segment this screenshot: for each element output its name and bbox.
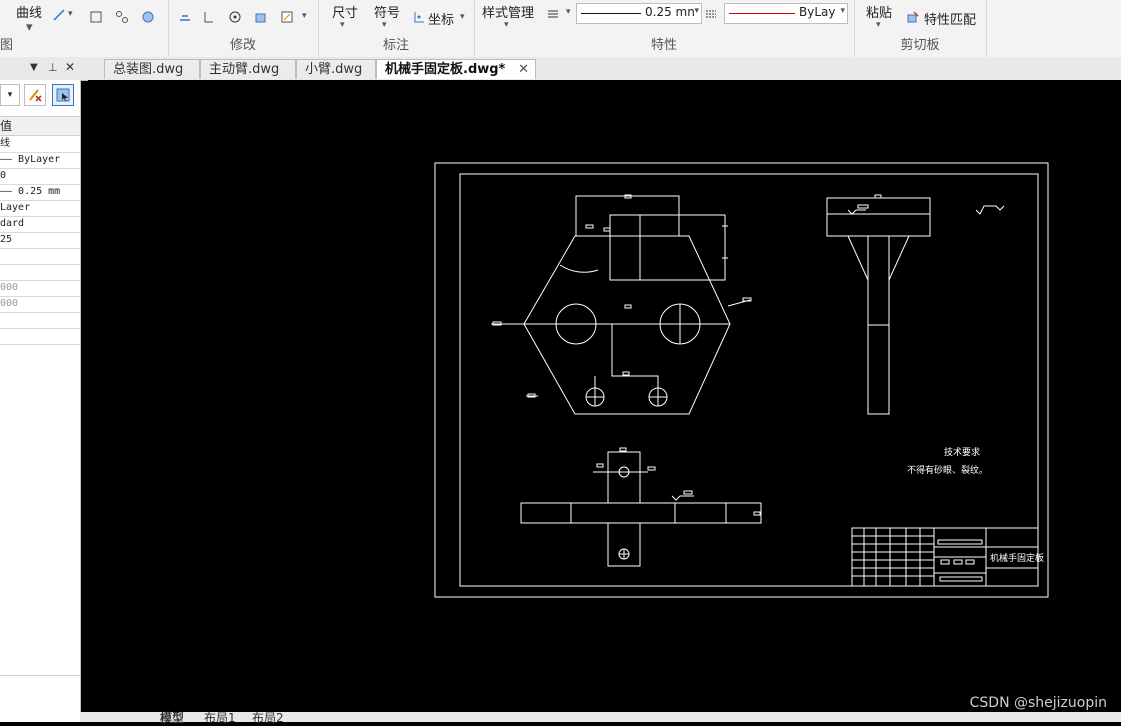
linetype-icon [706,10,716,18]
outer-frame [434,162,1049,598]
ribbon-group-annotate: 尺寸 ▾ 符号 ▾ 坐标 ▾ 标注 [318,0,475,57]
ribbon-group-draw: 曲线 ▾ ▾ 图 [0,0,169,57]
style-manager-button[interactable]: 样式管理 [482,2,534,21]
line-tool-icon[interactable] [52,8,66,22]
property-row[interactable]: 0 [0,168,80,185]
front-view [491,194,752,415]
property-row[interactable] [0,328,80,345]
ribbon-group-clipboard: 粘贴 ▾ 特性匹配 剪切板 [854,0,987,57]
coordinate-icon[interactable] [412,10,426,24]
match-properties-icon[interactable] [906,10,920,24]
inner-frame [459,173,1039,587]
selection-dropdown[interactable]: ▾ [0,84,20,106]
property-row[interactable]: Layer [0,200,80,217]
panel-header-value: 值 [0,116,80,136]
rectangle-tool-icon[interactable] [89,10,103,24]
dropdown-arrow-icon[interactable]: ▾ [566,7,571,17]
property-row[interactable]: 000 [0,296,80,313]
property-row[interactable]: —— ByLayer [0,152,80,169]
quick-select-icon [56,88,70,102]
dropdown-arrow-icon[interactable]: ▾ [382,20,387,30]
dropdown-arrow-icon[interactable]: ▾ [504,20,509,30]
drawing-canvas[interactable]: 技术要求 不得有砂眼、裂纹。 机械手固定板 [88,80,1121,715]
dropdown-arrow-icon[interactable]: ▾ [302,11,307,21]
tab-label: 小臂.dwg [305,62,363,77]
close-tab-icon[interactable]: ✕ [518,60,529,80]
property-row[interactable] [0,264,80,281]
ribbon-group-title-properties: 特性 [650,38,677,53]
panel-menu-icon[interactable]: ▼ [30,62,38,73]
ribbon-group-title-annotate: 标注 [382,38,409,53]
color-select[interactable]: ByLayer ▾ [724,3,848,24]
tab-label: 机械手固定板.dwg* [385,62,506,77]
lineweight-value: 0.25 mn [645,5,695,19]
title-block-part-name: 机械手固定板 [990,552,1044,564]
scale-tool-icon[interactable] [202,10,216,24]
ribbon-group-title-modify: 修改 [229,38,256,53]
document-tabs: ▼ ⊥ ✕ 总装图.dwg 主动臂.dwg 小臂.dwg 机械手固定板.dwg*… [0,57,1121,81]
dropdown-arrow-icon[interactable]: ▾ [876,20,881,30]
ribbon-group-title-clipboard: 剪切板 [900,38,940,53]
panel-divider [0,675,80,676]
layout-tab-layout1[interactable]: 布局1 [204,709,236,726]
tab-doc-4[interactable]: 机械手固定板.dwg* ✕ [376,59,536,79]
copy-tool-icon[interactable] [254,10,268,24]
chevron-down-icon: ▾ [840,6,845,16]
top-view [520,447,762,567]
curve-button[interactable]: 曲线 [16,2,42,21]
cad-drawing: 技术要求 不得有砂眼、裂纹。 机械手固定板 [434,162,1049,598]
properties-panel: ▾ 值 线 —— ByLayer 0 —— 0.25 mm Layer dard 25 000… [0,80,81,722]
chevron-down-icon: ▾ [694,6,699,16]
clear-selection-button[interactable] [24,84,46,106]
match-properties-button[interactable]: 特性匹配 [924,9,976,28]
dropdown-arrow-icon[interactable]: ▾ [68,9,73,19]
hatch-tool-icon[interactable] [141,10,155,24]
dimension-button[interactable]: 尺寸 [332,2,358,21]
ribbon-group-modify: ▾ 修改 [168,0,319,57]
dropdown-arrow-icon[interactable]: ▾ [26,20,33,35]
tab-doc-1[interactable]: 总装图.dwg [104,59,200,79]
ribbon-group-title-draw: 图 [0,38,14,53]
property-row[interactable] [0,312,80,329]
rotate-tool-icon[interactable] [228,10,242,24]
edit-tool-icon[interactable] [280,10,294,24]
coordinate-button[interactable]: 坐标 [428,9,454,28]
tab-doc-2[interactable]: 主动臂.dwg [200,59,296,79]
tech-requirements-text: 不得有砂眼、裂纹。 [907,464,988,476]
symbol-button[interactable]: 符号 [374,2,400,21]
watermark: CSDN @shejizuopin [969,695,1107,711]
layout-tab-model[interactable]: 模型 [160,709,184,726]
tech-requirements-title: 技术要求 [944,446,980,458]
ribbon: 曲线 ▾ ▾ 图 ▾ 修改 尺寸 ▾ 符号 ▾ 坐标 ▾ 标注 样式管理 ▾ ▾… [0,0,1121,58]
clear-selection-icon [29,89,42,102]
ribbon-group-properties: 样式管理 ▾ ▾ 0.25 mn ▾ ByLayer ▾ 特性 [474,0,855,57]
tab-label: 主动臂.dwg [209,62,280,77]
dropdown-arrow-icon[interactable]: ▾ [460,12,465,22]
property-row[interactable]: 线 [0,136,80,153]
lineweight-select[interactable]: 0.25 mn ▾ [576,3,702,24]
dropdown-arrow-icon[interactable]: ▾ [340,20,345,30]
paste-button[interactable]: 粘贴 [866,2,892,21]
property-row[interactable]: —— 0.25 mm [0,184,80,201]
property-row[interactable]: 000 [0,280,80,297]
lineweight-icon [548,10,558,18]
color-value: ByLayer [799,5,835,19]
property-row[interactable]: dard [0,216,80,233]
pin-icon[interactable]: ⊥ [48,61,58,74]
layout-tabs-bar: 模型 布局1 布局2 [80,711,1121,725]
array-tool-icon[interactable] [115,10,129,24]
property-row[interactable] [0,248,80,265]
layout-tab-layout2[interactable]: 布局2 [252,709,284,726]
stretch-tool-icon[interactable] [178,10,192,24]
tab-label: 总装图.dwg [113,62,184,77]
close-panel-icon[interactable]: ✕ [65,60,75,74]
property-row[interactable]: 25 [0,232,80,249]
tab-doc-3[interactable]: 小臂.dwg [296,59,376,79]
side-view [826,194,1005,415]
quick-select-button[interactable] [52,84,74,106]
color-swatch [729,13,795,14]
